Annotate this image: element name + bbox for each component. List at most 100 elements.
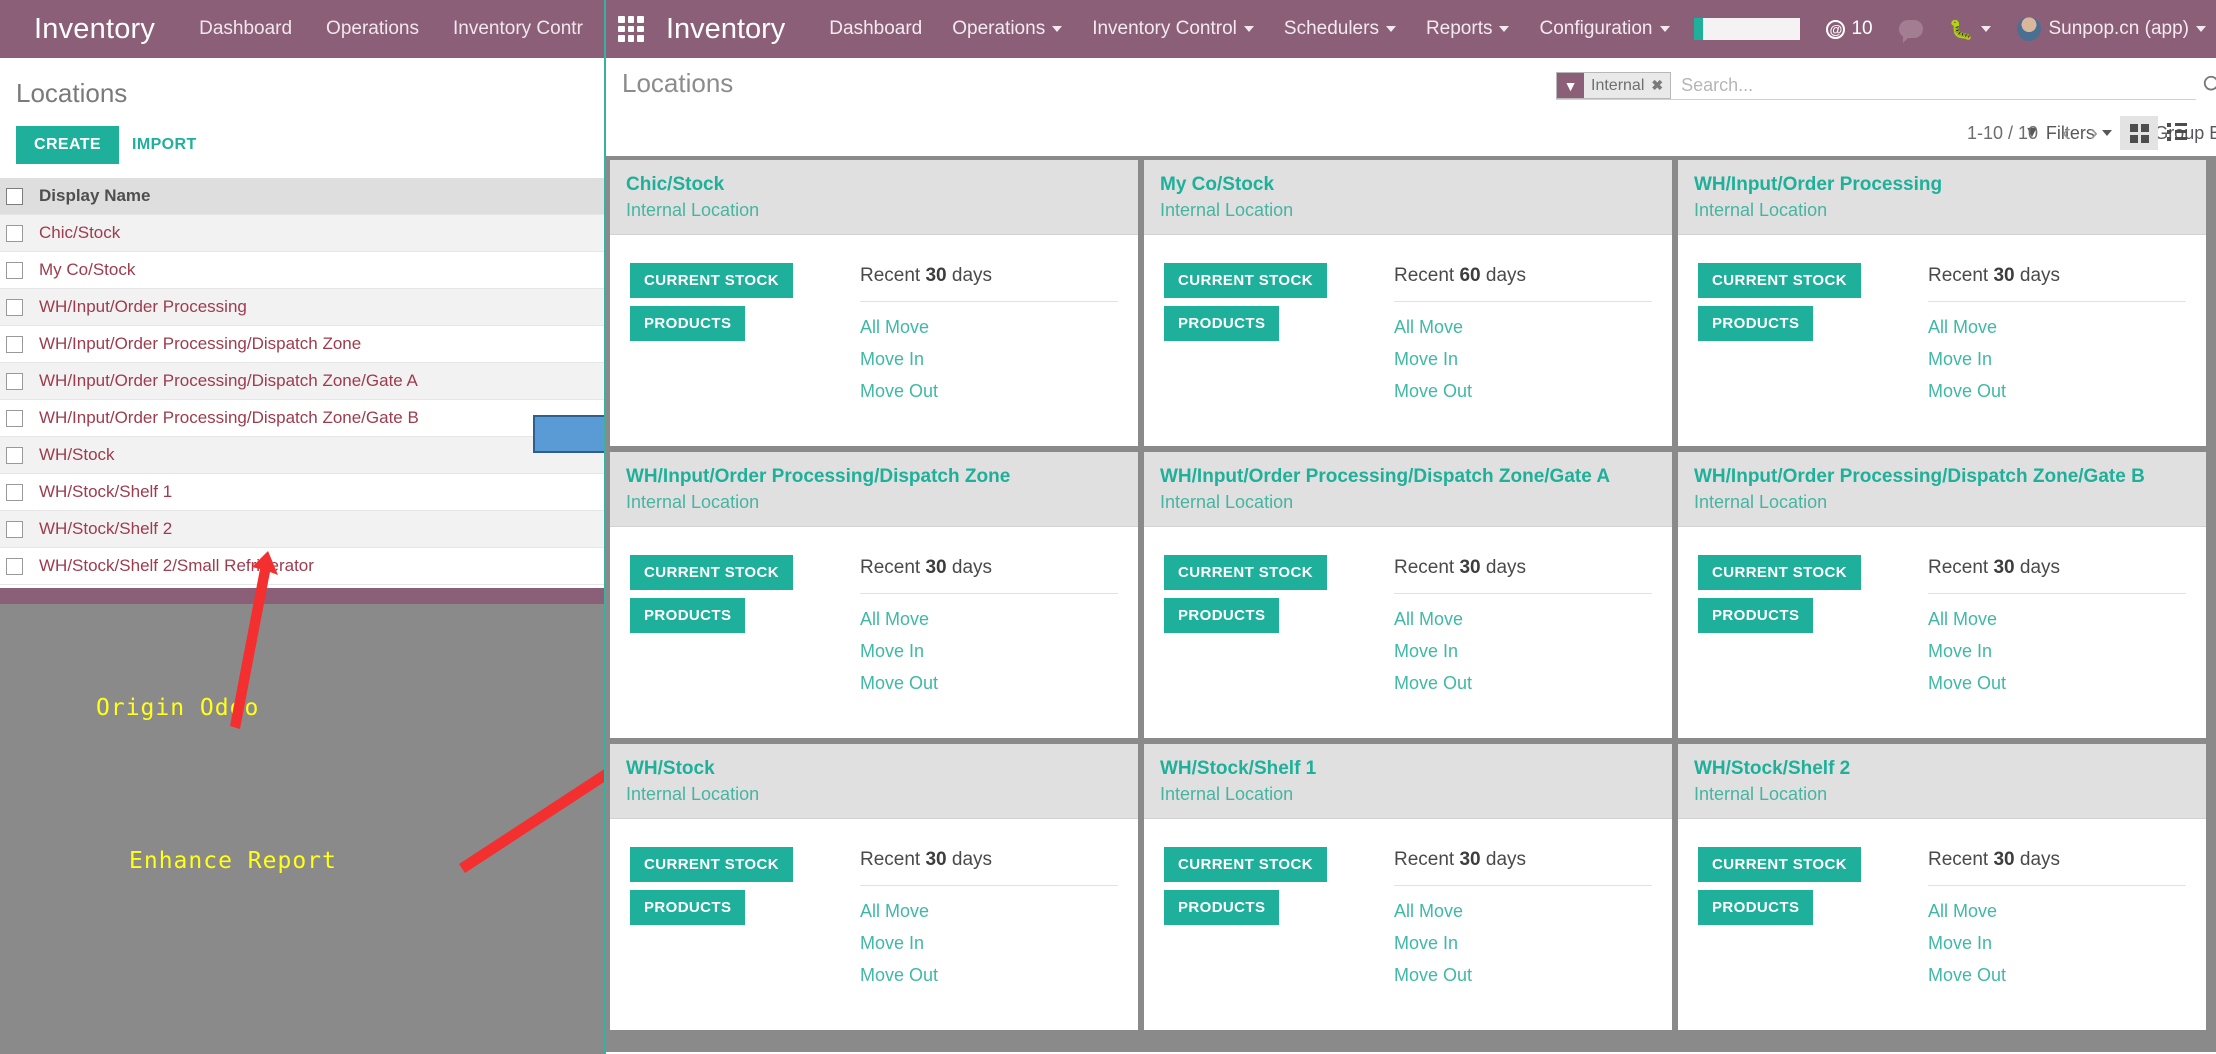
current-stock-button[interactable]: CURRENT STOCK bbox=[1164, 555, 1327, 590]
control-panel-top-row: Locations ▼ Internal ✖ bbox=[622, 58, 2200, 110]
close-icon[interactable]: ✖ bbox=[1651, 73, 1670, 98]
menu-reports[interactable]: Reports bbox=[1426, 18, 1510, 40]
recent-prefix: Recent bbox=[860, 557, 920, 578]
kanban-card-buttons: CURRENT STOCK PRODUCTS bbox=[630, 263, 860, 446]
annotation-enhance-report: Enhance Report bbox=[129, 848, 337, 874]
kanban-card[interactable]: WH/Stock/Shelf 1Internal LocationCURRENT… bbox=[1144, 744, 1672, 1030]
products-button[interactable]: PRODUCTS bbox=[1164, 598, 1279, 633]
menu-inventory-control[interactable]: Inventory Control bbox=[1092, 18, 1254, 40]
products-button[interactable]: PRODUCTS bbox=[1698, 598, 1813, 633]
move-out-link[interactable]: Move Out bbox=[1928, 670, 2186, 696]
kanban-card-header: WH/StockInternal Location bbox=[610, 744, 1138, 819]
move-in-link[interactable]: Move In bbox=[1394, 638, 1652, 664]
menu-operations[interactable]: Operations bbox=[952, 18, 1062, 40]
all-move-link[interactable]: All Move bbox=[1928, 898, 2186, 924]
move-out-link[interactable]: Move Out bbox=[1928, 962, 2186, 988]
chevron-right-icon[interactable]: › bbox=[2080, 121, 2108, 145]
search-icon[interactable] bbox=[2202, 74, 2216, 96]
move-in-link[interactable]: Move In bbox=[1394, 346, 1652, 372]
row-checkbox bbox=[6, 336, 23, 353]
kanban-card[interactable]: WH/Input/Order ProcessingInternal Locati… bbox=[1678, 160, 2206, 446]
current-stock-button[interactable]: CURRENT STOCK bbox=[1698, 263, 1861, 298]
menu-configuration[interactable]: Configuration bbox=[1539, 18, 1669, 40]
current-stock-button[interactable]: CURRENT STOCK bbox=[1164, 263, 1327, 298]
move-out-link[interactable]: Move Out bbox=[860, 670, 1118, 696]
kanban-card-report: Recent 30 daysAll MoveMove InMove Out bbox=[1928, 263, 2186, 446]
all-move-link[interactable]: All Move bbox=[860, 314, 1118, 340]
pager-count: 1-10 / 10 bbox=[1967, 123, 2038, 144]
products-button[interactable]: PRODUCTS bbox=[630, 598, 745, 633]
search-input[interactable] bbox=[1671, 72, 2196, 99]
menu-dashboard[interactable]: Dashboard bbox=[829, 18, 922, 40]
products-button[interactable]: PRODUCTS bbox=[1698, 890, 1813, 925]
search-facet-internal[interactable]: ▼ Internal ✖ bbox=[1556, 72, 1671, 99]
kanban-card[interactable]: WH/StockInternal Location CURRENT STOCK PR… bbox=[610, 744, 1138, 1030]
current-stock-button[interactable]: CURRENT STOCK bbox=[1698, 847, 1861, 882]
move-out-link[interactable]: Move Out bbox=[1394, 378, 1652, 404]
kanban-card[interactable]: WH/Stock/Shelf 2Internal LocationCURRENT… bbox=[1678, 744, 2206, 1030]
list-view-icon[interactable] bbox=[2158, 116, 2196, 150]
kanban-card[interactable]: My Co/StockInternal LocationCURRENT STOC… bbox=[1144, 160, 1672, 446]
products-button[interactable]: PRODUCTS bbox=[630, 306, 745, 341]
select-all-checkbox bbox=[6, 188, 23, 205]
move-in-link[interactable]: Move In bbox=[1928, 638, 2186, 664]
kanban-view-icon[interactable] bbox=[2120, 116, 2158, 150]
products-button[interactable]: PRODUCTS bbox=[630, 890, 745, 925]
move-out-link[interactable]: Move Out bbox=[1394, 670, 1652, 696]
row-checkbox bbox=[6, 484, 23, 501]
recent-prefix: Recent bbox=[1928, 265, 1988, 286]
all-move-link[interactable]: All Move bbox=[1394, 314, 1652, 340]
move-in-link[interactable]: Move In bbox=[1928, 346, 2186, 372]
chat-bubble-icon[interactable] bbox=[1899, 20, 1923, 38]
mention-count: 10 bbox=[1851, 18, 1872, 40]
move-out-link[interactable]: Move Out bbox=[1394, 962, 1652, 988]
odoo-application-window: Inventory Dashboard Operations Inventory… bbox=[604, 0, 2216, 1054]
recent-days-value: 30 bbox=[925, 265, 946, 286]
kanban-card-header: WH/Input/Order Processing/Dispatch Zone/… bbox=[1678, 452, 2206, 527]
progress-bar[interactable] bbox=[1694, 18, 1800, 40]
all-move-link[interactable]: All Move bbox=[860, 898, 1118, 924]
all-move-link[interactable]: All Move bbox=[860, 606, 1118, 632]
all-move-link[interactable]: All Move bbox=[1928, 314, 2186, 340]
kanban-card-buttons: CURRENT STOCK PRODUCTS bbox=[1164, 847, 1394, 1030]
all-move-link[interactable]: All Move bbox=[1394, 606, 1652, 632]
table-row: My Co/Stock bbox=[0, 252, 608, 289]
move-in-link[interactable]: Move In bbox=[860, 930, 1118, 956]
move-in-link[interactable]: Move In bbox=[1928, 930, 2186, 956]
all-move-link[interactable]: All Move bbox=[1394, 898, 1652, 924]
kanban-card[interactable]: WH/Input/Order Processing/Dispatch ZoneI… bbox=[610, 452, 1138, 738]
kanban-card-subtitle: Internal Location bbox=[626, 783, 1122, 806]
user-menu[interactable]: Sunpop.cn (app) bbox=[2017, 17, 2207, 41]
menu-schedulers[interactable]: Schedulers bbox=[1284, 18, 1396, 40]
move-out-link[interactable]: Move Out bbox=[860, 378, 1118, 404]
all-move-link[interactable]: All Move bbox=[1928, 606, 2186, 632]
mention-counter[interactable]: @ 10 bbox=[1826, 18, 1872, 40]
recent-days-value: 30 bbox=[925, 557, 946, 578]
move-in-link[interactable]: Move In bbox=[1394, 930, 1652, 956]
kanban-card-buttons: CURRENT STOCK PRODUCTS bbox=[630, 555, 860, 738]
products-button[interactable]: PRODUCTS bbox=[1164, 306, 1279, 341]
apps-grid-icon[interactable] bbox=[618, 16, 644, 42]
kanban-card[interactable]: WH/Input/Order Processing/Dispatch Zone/… bbox=[1144, 452, 1672, 738]
kanban-card-title: WH/Input/Order Processing bbox=[1694, 173, 2190, 197]
products-button[interactable]: PRODUCTS bbox=[1698, 306, 1813, 341]
kanban-card-body: CURRENT STOCKPRODUCTSRecent 30 daysAll M… bbox=[1678, 819, 2206, 1030]
kanban-card-title: Chic/Stock bbox=[626, 173, 1122, 197]
move-in-link[interactable]: Move In bbox=[860, 346, 1118, 372]
current-stock-button[interactable]: CURRENT STOCK bbox=[630, 555, 793, 590]
recent-suffix: days bbox=[1486, 265, 1526, 286]
kanban-card[interactable]: WH/Input/Order Processing/Dispatch Zone/… bbox=[1678, 452, 2206, 738]
background-menu-inventory-control: Inventory Contr bbox=[453, 18, 583, 40]
current-stock-button[interactable]: CURRENT STOCK bbox=[630, 847, 793, 882]
products-button[interactable]: PRODUCTS bbox=[1164, 890, 1279, 925]
move-in-link[interactable]: Move In bbox=[860, 638, 1118, 664]
move-out-link[interactable]: Move Out bbox=[1928, 378, 2186, 404]
current-stock-button[interactable]: CURRENT STOCK bbox=[1164, 847, 1327, 882]
kanban-card-title: WH/Input/Order Processing/Dispatch Zone/… bbox=[1694, 465, 2190, 489]
kanban-card[interactable]: Chic/StockInternal LocationCURRENT STOCK… bbox=[610, 160, 1138, 446]
move-out-link[interactable]: Move Out bbox=[860, 962, 1118, 988]
current-stock-button[interactable]: CURRENT STOCK bbox=[1698, 555, 1861, 590]
debug-menu[interactable]: 🐛 bbox=[1949, 17, 1991, 42]
current-stock-button[interactable]: CURRENT STOCK bbox=[630, 263, 793, 298]
chevron-left-icon[interactable]: ‹ bbox=[2052, 121, 2080, 145]
